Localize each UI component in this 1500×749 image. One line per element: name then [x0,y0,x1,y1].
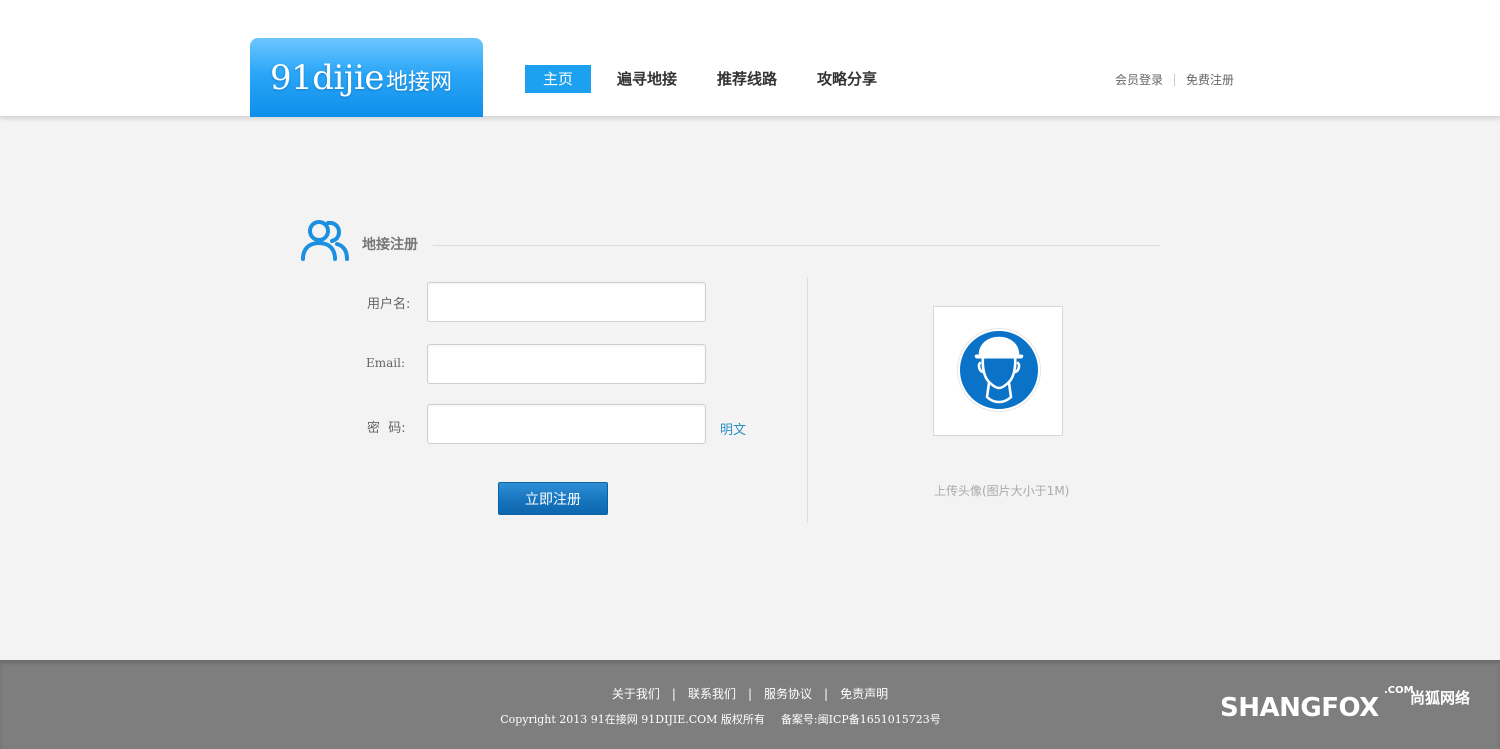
password-label: 密 码: [367,421,406,436]
nav-item-home[interactable]: 主页 [525,65,592,93]
users-icon [301,220,349,261]
brand-name: SHANGFOX [1220,693,1379,723]
avatar-upload-hint: 上传头像(图片大小于1M) [934,484,1070,498]
avatar-upload[interactable] [933,306,1063,436]
username-label: 用户名: [367,297,411,312]
nav-item-guides-share[interactable]: 攻略分享 [817,65,877,93]
logo-chinese: 地接网 [385,70,452,95]
main-nav: 主页 遍寻地接 推荐线路 攻略分享 [525,65,877,93]
developer-brand[interactable]: .COM SHANGFOX 尚狐网络 [1220,683,1470,723]
show-password-toggle[interactable]: 明文 [720,419,746,438]
copyright-text: Copyright 2013 91在接网 91DIJIE.COM 版权所有 [500,713,765,726]
footer-separator: | [671,687,676,701]
logo-english: 91dijie [270,58,384,98]
register-link[interactable]: 免费注册 [1186,71,1234,88]
password-input[interactable] [427,404,706,444]
helmet-person-icon [957,328,1041,412]
login-link[interactable]: 会员登录 [1115,71,1163,88]
footer-link-about[interactable]: 关于我们 [612,687,660,701]
icp-number: 备案号:闽ICP备1651015723号 [780,713,941,726]
section-divider [433,245,1160,246]
register-button[interactable]: 立即注册 [498,482,608,515]
footer-separator: | [824,687,829,701]
site-logo[interactable]: 91dijie地接网 [250,38,483,117]
username-input[interactable] [427,282,706,322]
footer-link-disclaimer[interactable]: 免责声明 [840,687,888,701]
email-input[interactable] [427,344,706,384]
footer-link-terms[interactable]: 服务协议 [764,687,812,701]
section-title: 地接注册 [362,237,418,253]
account-links: 会员登录 免费注册 [1115,71,1234,88]
form-divider [807,277,808,523]
link-separator [1174,73,1176,86]
footer-link-contact[interactable]: 联系我们 [688,687,736,701]
footer-separator: | [747,687,753,701]
brand-chinese: 尚狐网络 [1410,689,1471,707]
site-header: 91dijie地接网 主页 遍寻地接 推荐线路 攻略分享 会员登录 免费注册 [0,0,1500,117]
email-label: Email: [366,356,406,370]
nav-item-find-guide[interactable]: 遍寻地接 [617,65,677,93]
logo-text: 91dijie地接网 [270,58,452,98]
site-footer: 关于我们 | 联系我们 | 服务协议 | 免责声明 Copyright 2013 91在接网… [0,660,1500,749]
nav-item-recommended-routes[interactable]: 推荐线路 [717,65,777,93]
